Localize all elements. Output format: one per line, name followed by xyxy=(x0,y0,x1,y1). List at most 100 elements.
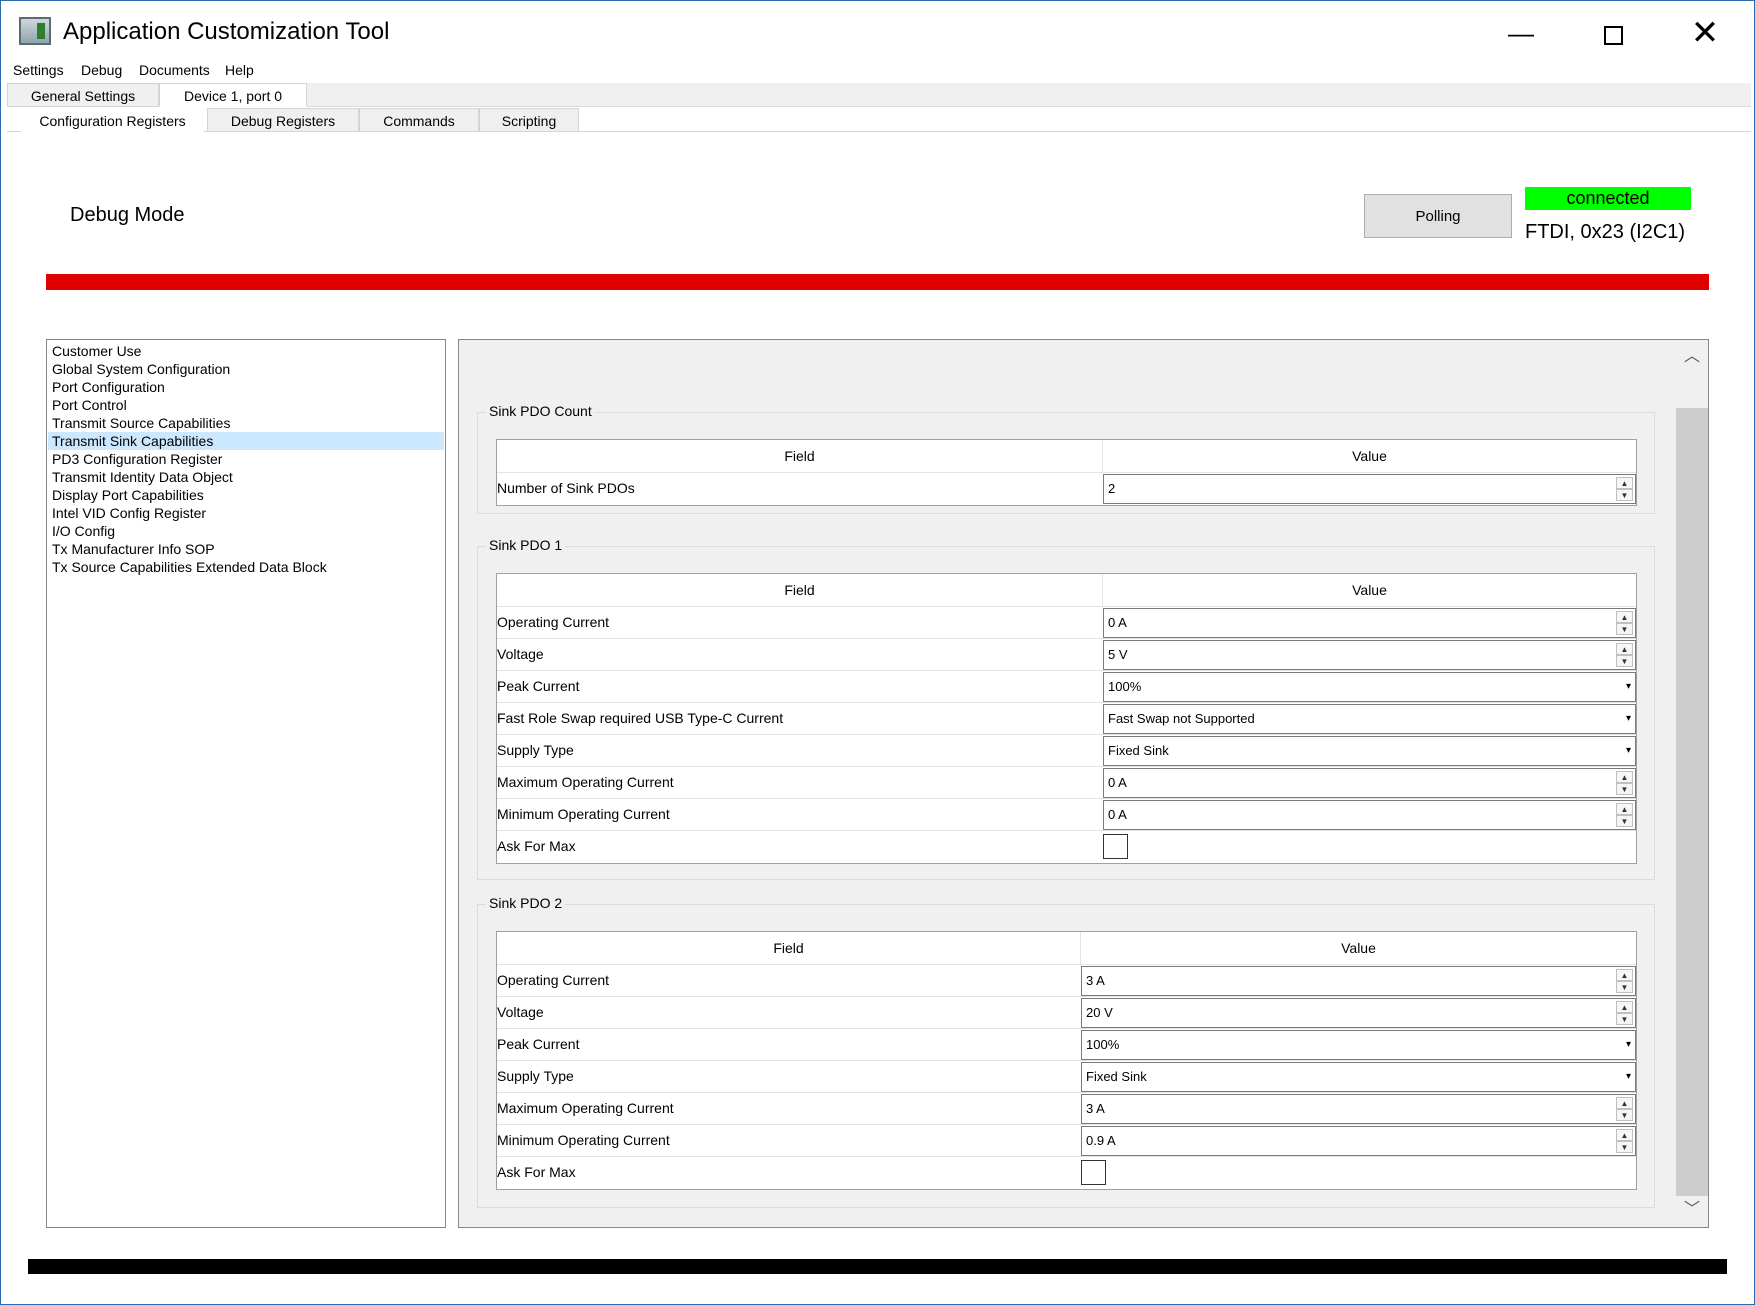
ask-for-max-checkbox[interactable] xyxy=(1103,834,1128,859)
tab-debug-registers[interactable]: Debug Registers xyxy=(207,108,359,132)
spin-up-icon[interactable]: ▲ xyxy=(1616,969,1633,981)
chevron-down-icon[interactable]: ▾ xyxy=(1626,737,1631,765)
numeric-spin-input[interactable]: 0 A ▲ ▼ xyxy=(1103,800,1636,830)
dropdown-select[interactable]: 100% ▾ xyxy=(1103,672,1636,702)
field-label: Peak Current xyxy=(497,1036,580,1052)
spin-down-icon[interactable]: ▼ xyxy=(1616,1141,1633,1153)
tab-commands[interactable]: Commands xyxy=(359,108,479,132)
status-bar xyxy=(28,1259,1727,1274)
register-list-item[interactable]: Global System Configuration xyxy=(48,360,444,378)
spin-up-icon[interactable]: ▲ xyxy=(1616,803,1633,815)
numeric-spin-input[interactable]: 3 A ▲ ▼ xyxy=(1081,1094,1636,1124)
value-text: 5 V xyxy=(1108,647,1128,662)
primary-tab-bar: General Settings Device 1, port 0 xyxy=(7,83,1751,107)
column-header-field: Field xyxy=(497,932,1081,964)
dropdown-select[interactable]: Fast Swap not Supported ▾ xyxy=(1103,704,1636,734)
value-text: 0.9 A xyxy=(1086,1133,1116,1148)
value-cell: 5 V ▲ ▼ xyxy=(1103,640,1636,670)
spin-down-icon[interactable]: ▼ xyxy=(1616,1013,1633,1025)
numeric-spin-input[interactable]: 0.9 A ▲ ▼ xyxy=(1081,1126,1636,1156)
register-list-item[interactable]: Transmit Identity Data Object xyxy=(48,468,444,486)
spin-up-icon[interactable]: ▲ xyxy=(1616,1097,1633,1109)
title-bar[interactable]: Application Customization Tool — ✕ xyxy=(1,1,1754,65)
value-cell: 0.9 A ▲ ▼ xyxy=(1081,1126,1636,1156)
value-text: 100% xyxy=(1108,679,1142,694)
field-label: Peak Current xyxy=(497,678,580,694)
menu-documents[interactable]: Documents xyxy=(139,62,210,78)
minimize-button[interactable]: — xyxy=(1486,13,1556,53)
chevron-down-icon[interactable]: ▾ xyxy=(1626,673,1631,701)
register-list-item[interactable]: Port Configuration xyxy=(48,378,444,396)
value-text: Fixed Sink xyxy=(1108,743,1169,758)
numeric-spin-input[interactable]: 20 V ▲ ▼ xyxy=(1081,998,1636,1028)
spin-down-icon[interactable]: ▼ xyxy=(1616,981,1633,993)
value-cell xyxy=(1103,832,1636,862)
window-title: Application Customization Tool xyxy=(63,18,390,45)
chevron-down-icon[interactable]: ▾ xyxy=(1626,1031,1631,1059)
register-list-item[interactable]: Tx Source Capabilities Extended Data Blo… xyxy=(48,558,444,576)
spinner: ▲ ▼ xyxy=(1616,1129,1633,1154)
tab-scripting[interactable]: Scripting xyxy=(479,108,579,132)
tab-configuration-registers[interactable]: Configuration Registers xyxy=(21,108,204,132)
value-text: 20 V xyxy=(1086,1005,1113,1020)
value-text: Fixed Sink xyxy=(1086,1069,1147,1084)
numeric-spin-input[interactable]: 3 A ▲ ▼ xyxy=(1081,966,1636,996)
register-list-item[interactable]: Display Port Capabilities xyxy=(48,486,444,504)
register-list-item[interactable]: PD3 Configuration Register xyxy=(48,450,444,468)
field-label: Voltage xyxy=(497,1004,544,1020)
spin-down-icon[interactable]: ▼ xyxy=(1616,489,1633,501)
polling-button[interactable]: Polling xyxy=(1364,194,1512,238)
register-list-item[interactable]: Customer Use xyxy=(48,342,444,360)
group-sink-pdo-count: Sink PDO Count Field Value Number of Sink P… xyxy=(477,403,1655,514)
tab-device-1-port-0[interactable]: Device 1, port 0 xyxy=(159,83,307,107)
scroll-thumb[interactable] xyxy=(1676,408,1708,1196)
register-list-item[interactable]: Port Control xyxy=(48,396,444,414)
spin-up-icon[interactable]: ▲ xyxy=(1616,643,1633,655)
vertical-scrollbar[interactable]: ︿ ﹀ xyxy=(1676,340,1708,1227)
tab-general-settings[interactable]: General Settings xyxy=(7,83,159,107)
spin-up-icon[interactable]: ▲ xyxy=(1616,1001,1633,1013)
dropdown-select[interactable]: 100% ▾ xyxy=(1081,1030,1636,1060)
maximize-icon xyxy=(1603,25,1623,45)
scroll-down-icon[interactable]: ﹀ xyxy=(1676,1195,1708,1225)
chevron-down-icon[interactable]: ▾ xyxy=(1626,1063,1631,1091)
numeric-spin-input[interactable]: 2 ▲ ▼ xyxy=(1103,474,1636,504)
dropdown-select[interactable]: Fixed Sink ▾ xyxy=(1081,1062,1636,1092)
close-button[interactable]: ✕ xyxy=(1670,13,1740,53)
spin-down-icon[interactable]: ▼ xyxy=(1616,783,1633,795)
spin-down-icon[interactable]: ▼ xyxy=(1616,655,1633,667)
register-list-item[interactable]: I/O Config xyxy=(48,522,444,540)
menu-settings[interactable]: Settings xyxy=(13,62,64,78)
numeric-spin-input[interactable]: 0 A ▲ ▼ xyxy=(1103,608,1636,638)
spin-up-icon[interactable]: ▲ xyxy=(1616,771,1633,783)
menu-debug[interactable]: Debug xyxy=(81,62,122,78)
spin-up-icon[interactable]: ▲ xyxy=(1616,477,1633,489)
spin-up-icon[interactable]: ▲ xyxy=(1616,1129,1633,1141)
menu-help[interactable]: Help xyxy=(225,62,254,78)
group-title: Sink PDO Count xyxy=(486,403,595,419)
spinner: ▲ ▼ xyxy=(1616,611,1633,636)
grid-row: Operating Current 0 A ▲ ▼ xyxy=(497,607,1636,639)
maximize-button[interactable] xyxy=(1578,13,1648,53)
value-text: 0 A xyxy=(1108,807,1127,822)
spin-up-icon[interactable]: ▲ xyxy=(1616,611,1633,623)
grid-row: Ask For Max xyxy=(497,1157,1636,1189)
scroll-up-icon[interactable]: ︿ xyxy=(1676,342,1708,372)
register-list-item[interactable]: Tx Manufacturer Info SOP xyxy=(48,540,444,558)
grid-row: Ask For Max xyxy=(497,831,1636,863)
value-text: 100% xyxy=(1086,1037,1120,1052)
register-list-item[interactable]: Transmit Sink Capabilities xyxy=(48,432,444,450)
spin-down-icon[interactable]: ▼ xyxy=(1616,1109,1633,1121)
spin-down-icon[interactable]: ▼ xyxy=(1616,623,1633,635)
chevron-down-icon[interactable]: ▾ xyxy=(1626,705,1631,733)
grid-header-row: Field Value xyxy=(497,932,1636,965)
grid-row: Voltage 20 V ▲ ▼ xyxy=(497,997,1636,1029)
numeric-spin-input[interactable]: 5 V ▲ ▼ xyxy=(1103,640,1636,670)
register-list-item[interactable]: Intel VID Config Register xyxy=(48,504,444,522)
register-list-item[interactable]: Transmit Source Capabilities xyxy=(48,414,444,432)
numeric-spin-input[interactable]: 0 A ▲ ▼ xyxy=(1103,768,1636,798)
ask-for-max-checkbox[interactable] xyxy=(1081,1160,1106,1185)
value-text: 2 xyxy=(1108,481,1116,496)
spin-down-icon[interactable]: ▼ xyxy=(1616,815,1633,827)
dropdown-select[interactable]: Fixed Sink ▾ xyxy=(1103,736,1636,766)
